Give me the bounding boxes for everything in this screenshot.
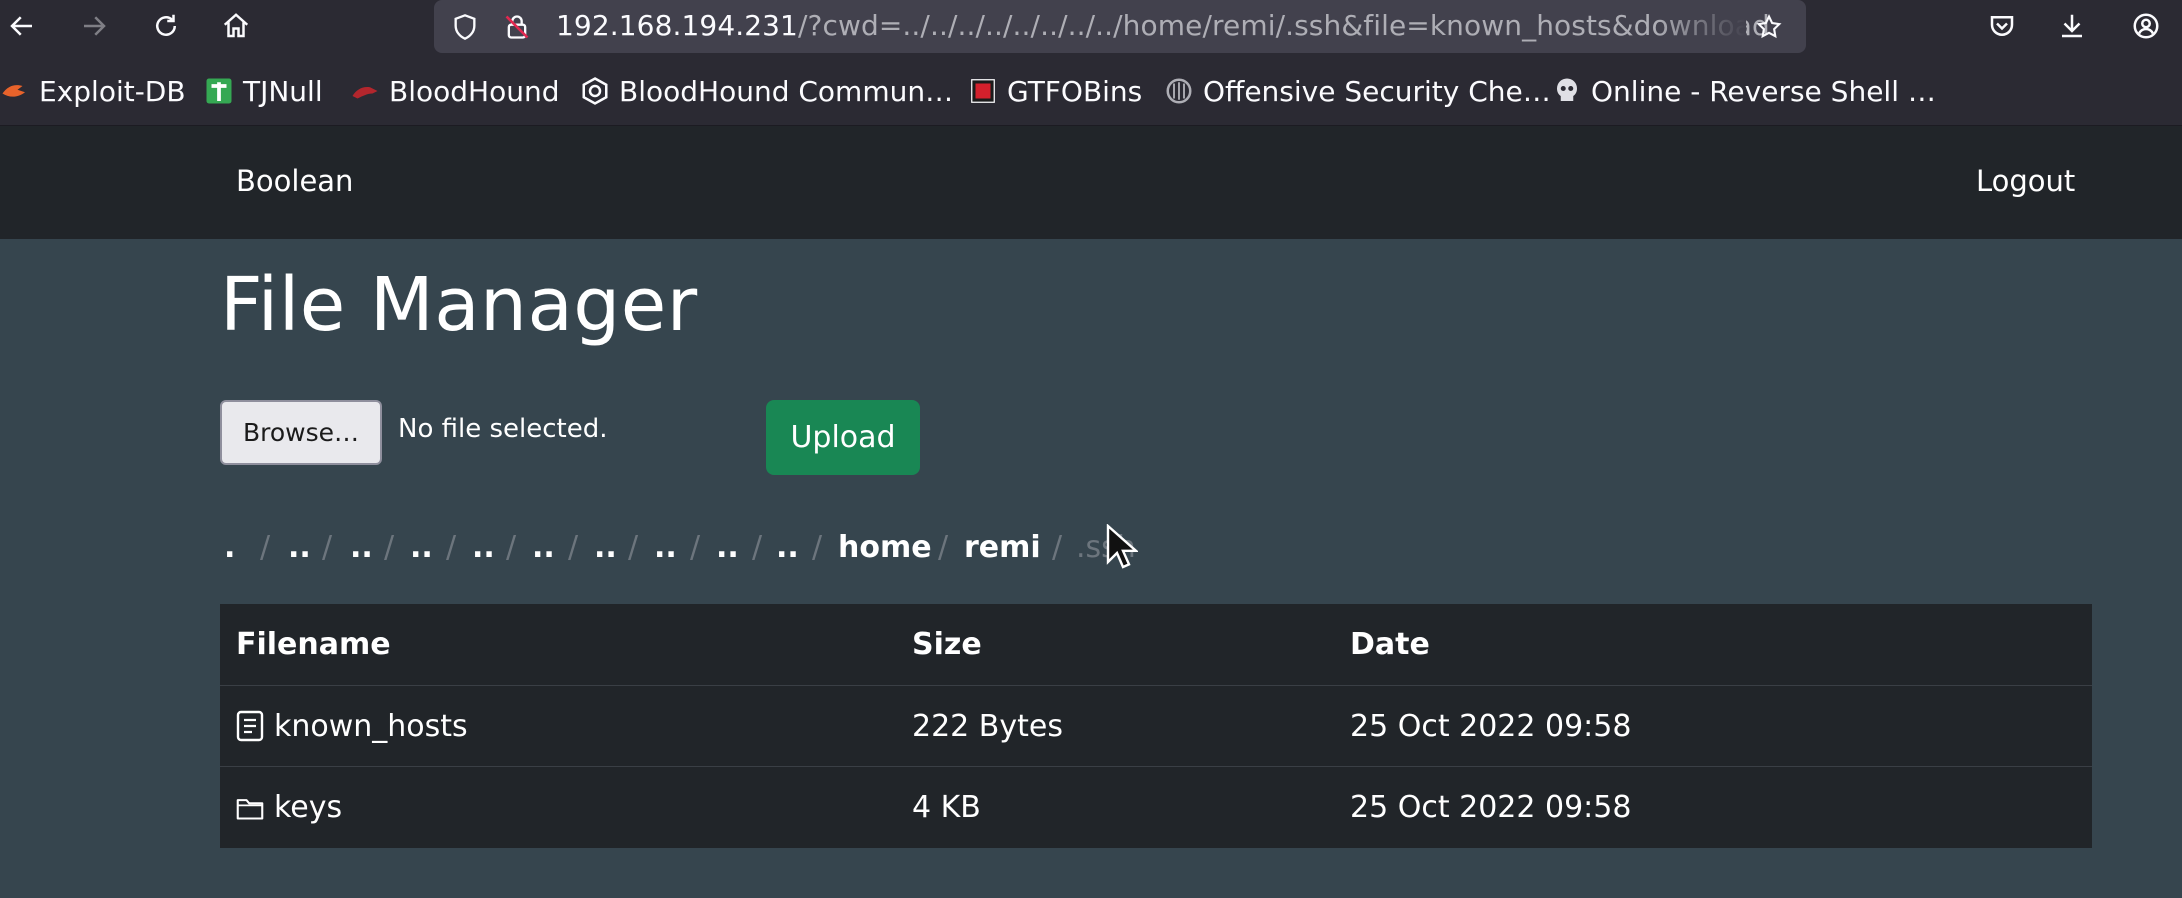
exploit-db-icon bbox=[0, 76, 30, 106]
arrow-right-icon bbox=[84, 16, 106, 36]
breadcrumb-separator: / bbox=[690, 530, 701, 565]
file-size: 4 KB bbox=[912, 790, 981, 825]
gtfobins-icon bbox=[968, 76, 998, 106]
bookmark-label: BloodHound bbox=[389, 74, 560, 108]
bookmark-gtfobins[interactable]: GTFOBins bbox=[968, 73, 1142, 109]
home-button[interactable] bbox=[216, 6, 256, 46]
home-icon bbox=[223, 13, 249, 38]
bookmark-bloodhound[interactable]: BloodHound bbox=[350, 73, 559, 109]
breadcrumb-item[interactable]: .. bbox=[472, 530, 495, 565]
table-header-row: Filename Size Date bbox=[220, 604, 2092, 686]
brand-link[interactable]: Boolean bbox=[236, 164, 353, 198]
account-button[interactable] bbox=[2126, 6, 2166, 46]
bookmark-offensive-security[interactable]: Offensive Security Che… bbox=[1164, 73, 1551, 109]
bookmarks-toolbar: Exploit-DB TJNull BloodHound BloodHound … bbox=[0, 53, 2182, 126]
tracking-protection-shield-icon[interactable] bbox=[448, 10, 482, 44]
breadcrumb-separator: / bbox=[384, 530, 395, 565]
breadcrumb-separator: / bbox=[752, 530, 763, 565]
bookmark-label: Online - Reverse Shell … bbox=[1591, 74, 1936, 108]
forward-button[interactable] bbox=[74, 6, 114, 46]
pocket-button[interactable] bbox=[1982, 6, 2022, 46]
breadcrumb-item[interactable]: .. bbox=[654, 530, 677, 565]
bookmark-label: BloodHound Commun… bbox=[619, 74, 954, 108]
breadcrumb-separator: / bbox=[628, 530, 639, 565]
breadcrumb-separator: / bbox=[938, 530, 949, 565]
site-navbar: Boolean Logout bbox=[0, 126, 2182, 239]
pocket-icon bbox=[1990, 16, 2014, 36]
bookmark-reverse-shell[interactable]: Online - Reverse Shell … bbox=[1552, 73, 1936, 109]
table-row[interactable]: keys 4 KB 25 Oct 2022 09:58 bbox=[220, 767, 2092, 848]
arrow-left-icon bbox=[10, 16, 32, 36]
file-table: Filename Size Date known_hosts 222 Bytes… bbox=[220, 604, 2092, 848]
file-size: 222 Bytes bbox=[912, 708, 1063, 744]
breadcrumb-item[interactable]: .. bbox=[594, 530, 617, 565]
table-row[interactable]: known_hosts 222 Bytes 25 Oct 2022 09:58 bbox=[220, 686, 2092, 767]
breadcrumb-item-remi[interactable]: remi bbox=[964, 530, 1041, 565]
breadcrumb-item[interactable]: . bbox=[224, 530, 235, 565]
page-title: File Manager bbox=[220, 262, 698, 348]
offensive-security-icon bbox=[1164, 76, 1194, 106]
bookmark-bloodhound-community[interactable]: BloodHound Commun… bbox=[580, 73, 953, 109]
file-date: 25 Oct 2022 09:58 bbox=[1350, 708, 1632, 744]
breadcrumb-item[interactable]: .. bbox=[410, 530, 433, 565]
download-icon bbox=[2062, 14, 2082, 38]
bloodhound-icon bbox=[350, 76, 380, 106]
insecure-lock-icon[interactable] bbox=[500, 10, 534, 44]
tjnull-icon bbox=[204, 76, 234, 106]
url-path: /?cwd=../../../../../../../../home/remi/… bbox=[797, 9, 1770, 42]
upload-button[interactable]: Upload bbox=[766, 400, 920, 475]
header-size[interactable]: Size bbox=[912, 604, 982, 685]
url-bar[interactable]: 192.168.194.231/?cwd=../../../../../../.… bbox=[434, 0, 1806, 53]
breadcrumb-item[interactable]: .. bbox=[288, 530, 311, 565]
breadcrumb-item[interactable]: .. bbox=[716, 530, 739, 565]
reload-icon bbox=[156, 14, 176, 36]
bookmark-label: Exploit-DB bbox=[39, 74, 186, 108]
file-date: 25 Oct 2022 09:58 bbox=[1350, 790, 1632, 825]
breadcrumb-separator: / bbox=[1052, 530, 1063, 565]
breadcrumb-item[interactable]: .. bbox=[350, 530, 373, 565]
account-icon bbox=[2133, 13, 2159, 39]
breadcrumb-item[interactable]: .. bbox=[532, 530, 555, 565]
bloodhound-community-icon bbox=[580, 76, 610, 106]
file-text-icon bbox=[236, 710, 264, 742]
file-name[interactable]: known_hosts bbox=[274, 709, 468, 744]
skull-icon bbox=[1552, 76, 1582, 106]
file-name-cell[interactable]: keys bbox=[236, 767, 342, 848]
no-file-text: No file selected. bbox=[398, 414, 608, 444]
header-filename[interactable]: Filename bbox=[236, 604, 391, 685]
reload-button[interactable] bbox=[146, 6, 186, 46]
bookmark-label: TJNull bbox=[243, 74, 323, 108]
header-date[interactable]: Date bbox=[1350, 604, 1430, 685]
browse-button[interactable]: Browse… bbox=[220, 400, 382, 465]
breadcrumb-item[interactable]: .. bbox=[776, 530, 799, 565]
bookmark-label: Offensive Security Che… bbox=[1203, 74, 1551, 108]
breadcrumb-separator: / bbox=[506, 530, 517, 565]
file-name[interactable]: keys bbox=[274, 790, 342, 825]
breadcrumb-separator: / bbox=[322, 530, 333, 565]
breadcrumb-separator: / bbox=[812, 530, 823, 565]
bookmark-star-icon[interactable] bbox=[1752, 10, 1786, 44]
downloads-button[interactable] bbox=[2052, 6, 2092, 46]
bookmark-label: GTFOBins bbox=[1007, 74, 1143, 108]
file-name-cell[interactable]: known_hosts bbox=[236, 686, 468, 766]
mouse-cursor-icon bbox=[1106, 524, 1138, 569]
url-text: 192.168.194.231/?cwd=../../../../../../.… bbox=[556, 8, 2176, 44]
breadcrumb-item-home[interactable]: home bbox=[838, 530, 932, 565]
bookmark-exploit-db[interactable]: Exploit-DB bbox=[0, 73, 186, 109]
logout-link[interactable]: Logout bbox=[1976, 164, 2075, 198]
browser-toolbar: 192.168.194.231/?cwd=../../../../../../.… bbox=[0, 0, 2182, 53]
folder-icon bbox=[236, 792, 264, 824]
breadcrumb-separator: / bbox=[446, 530, 457, 565]
breadcrumb-separator: / bbox=[568, 530, 579, 565]
bookmark-tjnull[interactable]: TJNull bbox=[204, 73, 323, 109]
back-button[interactable] bbox=[2, 6, 42, 46]
url-fade bbox=[1656, 0, 1746, 53]
url-host: 192.168.194.231 bbox=[556, 9, 798, 42]
breadcrumb-separator: / bbox=[260, 530, 271, 565]
